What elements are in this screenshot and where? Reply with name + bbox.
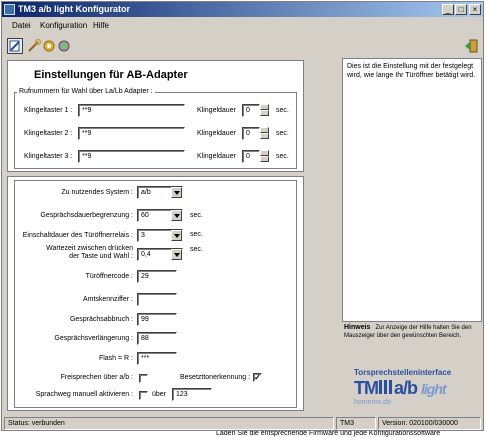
klingeltaster-2-label: Klingeltaster 2 :	[24, 130, 73, 137]
hint-title: Hinweis	[344, 324, 371, 331]
help-text: Dies ist die Einstellung mit der festgel…	[347, 63, 476, 79]
chevron-down-icon	[171, 230, 182, 241]
flash-input[interactable]: ***	[137, 352, 177, 365]
gespraechsabbruch-label: Gesprächsabbruch :	[69, 316, 133, 323]
page-title: Einstellungen für AB-Adapter	[34, 69, 188, 81]
status-connection: Status: verbunden	[4, 417, 334, 430]
status-device: TM3	[336, 417, 376, 430]
wartezeit-label-line1: Wartezeit zwischen drücken	[46, 245, 133, 252]
gear-alt-icon[interactable]	[56, 38, 72, 54]
gespraechsabbruch-input[interactable]: 99	[137, 313, 177, 326]
system-label: Zu nutzendes System :	[61, 189, 133, 196]
ueber-label: über	[152, 391, 167, 398]
besetztton-checkbox[interactable]: ✓	[253, 373, 262, 382]
minimize-button[interactable]: _	[442, 4, 454, 15]
rufnummern-section: Einstellungen für AB-Adapter Rufnummern …	[7, 60, 304, 172]
logo-product: a/b	[394, 378, 418, 398]
menu-bar: Datei Konfiguration Hilfe	[2, 19, 483, 33]
wartezeit-select[interactable]: 0,4	[137, 248, 183, 261]
amtskennziffer-input[interactable]	[137, 293, 177, 306]
klingeldauer-1-label: Klingeldauer	[197, 107, 236, 114]
klingeldauer-1-unit: sec.	[276, 107, 289, 114]
klingeldauer-2-label: Klingeldauer	[197, 130, 236, 137]
klingeltaster-1-input[interactable]: **9	[78, 104, 185, 117]
gespraechsverlaengerung-input[interactable]: 88	[137, 332, 177, 345]
tueroeffnercode-input[interactable]: 29	[137, 270, 177, 283]
chevron-down-icon	[171, 249, 182, 260]
title-bar[interactable]: TM3 a/b light Konfigurator _ □ ×	[2, 2, 483, 17]
background-page-text: Laden Sie die entsprechende Firmware und…	[216, 430, 441, 437]
klingeltaster-3-label: Klingeltaster 3 :	[24, 153, 73, 160]
product-logo: Torsprechstelleninterface TM a/b light ho…	[344, 368, 482, 414]
klingeldauer-3-label: Klingeldauer	[197, 153, 236, 160]
klingeltaster-3-input[interactable]: **9	[78, 150, 185, 163]
ueber-input[interactable]: 123	[172, 388, 212, 401]
freisprechen-checkbox[interactable]	[139, 374, 148, 383]
hint-box: Hinweis Zur Anzeige der Hilfe halten Sie…	[344, 324, 482, 340]
gespraechsdauer-select[interactable]: 60	[137, 209, 183, 222]
rufnummern-group-title: Rufnummern für Wahl über La/Lb Adapter :	[17, 88, 155, 95]
freisprechen-label: Freisprechen über a/b :	[60, 374, 133, 381]
system-select-value: a/b	[141, 189, 151, 196]
config-icon[interactable]	[7, 38, 23, 54]
besetztton-label: Besetzttonerkennung :	[180, 374, 251, 381]
menu-hilfe[interactable]: Hilfe	[93, 21, 109, 30]
klingeldauer-1-spinner[interactable]	[260, 104, 269, 117]
einschaltdauer-value: 3	[141, 232, 145, 239]
klingeldauer-3-input[interactable]: 0	[242, 150, 260, 163]
klingeldauer-1-input[interactable]: 0	[242, 104, 260, 117]
status-bar: Status: verbunden TM3 Version: 020100/03…	[2, 416, 483, 431]
close-button[interactable]: ×	[469, 4, 481, 15]
gespraechsdauer-label: Gesprächsdauerbegrenzung :	[40, 212, 133, 219]
menu-konfiguration[interactable]: Konfiguration	[40, 21, 87, 30]
einschaltdauer-select[interactable]: 3	[137, 229, 183, 242]
logo-brand: TM a/b light	[354, 378, 447, 399]
menu-datei[interactable]: Datei	[12, 21, 31, 30]
app-icon	[4, 4, 15, 15]
chevron-down-icon	[171, 187, 182, 198]
logo-light: light	[421, 381, 447, 397]
flash-label: Flash = R :	[98, 355, 133, 362]
sprachweg-label: Sprachweg manuell aktivieren :	[35, 391, 133, 398]
settings-panel: Einstellungen für AB-Adapter Rufnummern …	[7, 58, 304, 413]
wartezeit-label-line2: der Taste und Wahl :	[69, 253, 133, 260]
app-window: TM3 a/b light Konfigurator _ □ × Datei K…	[1, 1, 484, 431]
help-panel: Dies ist die Einstellung mit der festgel…	[342, 58, 482, 322]
wartezeit-value: 0,4	[141, 251, 151, 258]
logo-subtitle: Torsprechstelleninterface	[354, 368, 452, 377]
status-version: Version: 020100/030000	[378, 417, 481, 430]
einschaltdauer-unit: sec.	[190, 231, 203, 238]
amtskennziffer-label: Amtskennziffer :	[82, 296, 133, 303]
chevron-down-icon	[171, 210, 182, 221]
klingeldauer-3-unit: sec.	[276, 153, 289, 160]
logo-domain: homeros.de	[354, 399, 391, 406]
system-section: Zu nutzendes System : a/b Gesprächsdauer…	[7, 176, 304, 411]
gear-icon[interactable]	[41, 38, 57, 54]
exit-icon[interactable]	[464, 38, 480, 54]
klingeltaster-1-label: Klingeltaster 1 :	[24, 107, 73, 114]
logo-bars-icon	[379, 380, 393, 394]
toolbar	[2, 36, 483, 56]
gespraechsdauer-unit: sec.	[190, 212, 203, 219]
window-title: TM3 a/b light Konfigurator	[18, 4, 130, 14]
gespraechsverlaengerung-label: Gesprächsverlängerung :	[54, 335, 133, 342]
klingeldauer-2-spinner[interactable]	[260, 127, 269, 140]
gespraechsdauer-value: 60	[141, 212, 149, 219]
logo-brand-tm: TM	[354, 378, 379, 398]
klingeltaster-2-input[interactable]: **9	[78, 127, 185, 140]
klingeldauer-2-unit: sec.	[276, 130, 289, 137]
tueroeffnercode-label: Türöffnercode :	[85, 273, 133, 280]
wrench-icon[interactable]	[26, 38, 42, 54]
maximize-button[interactable]: □	[455, 4, 467, 15]
klingeldauer-3-spinner[interactable]	[260, 150, 269, 163]
sprachweg-checkbox[interactable]	[139, 391, 148, 400]
klingeldauer-2-input[interactable]: 0	[242, 127, 260, 140]
system-select[interactable]: a/b	[137, 186, 183, 199]
einschaltdauer-label: Einschaltdauer des Türöffnerrelais :	[22, 232, 133, 239]
wartezeit-unit: sec.	[190, 246, 203, 253]
